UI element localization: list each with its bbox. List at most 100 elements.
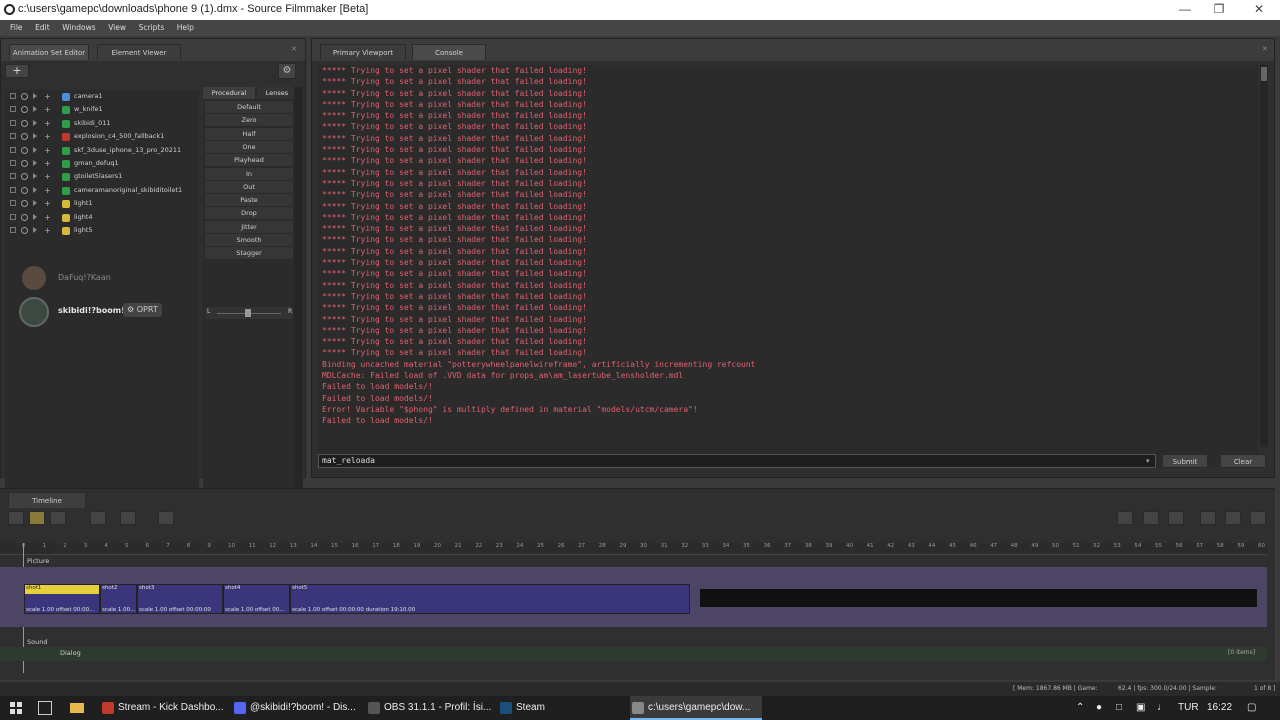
taskbar-app[interactable]: c:\users\gamepc\dow... <box>630 696 762 720</box>
slider-handle[interactable] <box>245 309 251 317</box>
expand-icon[interactable]: + <box>44 93 51 101</box>
expand-icon[interactable]: + <box>44 173 51 181</box>
shot-clip[interactable]: shot1 scale 1.00 offset 00:00... <box>24 584 100 614</box>
eye-icon[interactable] <box>21 226 28 234</box>
procedural-button[interactable]: Out <box>205 180 293 194</box>
tab-procedural[interactable]: Procedural <box>203 87 255 99</box>
keyframe-icon[interactable] <box>1117 511 1133 525</box>
taskbar-app[interactable]: Steam <box>498 696 554 720</box>
scrollbar-thumb[interactable] <box>1261 67 1267 81</box>
tree-item[interactable]: + gtoilet5lasers1 <box>5 170 199 183</box>
procedural-button[interactable]: Jitter <box>205 220 293 234</box>
gear-icon[interactable] <box>1250 511 1266 525</box>
add-icon[interactable] <box>120 511 136 525</box>
close-button[interactable]: ✕ <box>1239 0 1279 20</box>
expand-icon[interactable]: + <box>44 200 51 208</box>
taskbar-app[interactable]: OBS 31.1.1 - Profil: İsi... <box>366 696 492 720</box>
clock[interactable]: 16:22 <box>1207 696 1232 720</box>
procedural-button[interactable]: In <box>205 167 293 181</box>
menu-help[interactable]: Help <box>172 20 199 36</box>
procedural-button[interactable]: Paste <box>205 194 293 208</box>
lock-icon[interactable] <box>10 119 16 126</box>
chevron-right-icon[interactable] <box>33 200 37 207</box>
lock-icon[interactable] <box>10 159 16 166</box>
chevron-right-icon[interactable] <box>33 173 37 180</box>
eye-icon[interactable] <box>21 106 28 114</box>
tree-item[interactable]: + skibidi_011 <box>5 117 199 130</box>
expand-icon[interactable]: + <box>44 119 51 127</box>
taskbar-app[interactable]: Stream - Kick Dashbo... <box>100 696 226 720</box>
eye-icon[interactable] <box>21 213 28 221</box>
tab-animation-set-editor[interactable]: Animation Set Editor <box>9 44 89 60</box>
console-command-input[interactable]: mat_reloada <box>318 454 1156 468</box>
tree-item[interactable]: + camera1 <box>5 90 199 103</box>
lock-icon[interactable] <box>10 186 16 193</box>
clip-editor-icon[interactable] <box>29 511 45 525</box>
input-language[interactable]: TUR <box>1178 696 1199 720</box>
tool-icon[interactable] <box>90 511 106 525</box>
chevron-right-icon[interactable] <box>33 159 37 166</box>
procedural-button[interactable]: One <box>205 140 293 154</box>
windows-start-icon[interactable] <box>10 702 22 714</box>
procedural-button[interactable]: Stagger <box>205 247 293 261</box>
chevron-up-icon[interactable]: ⌃ <box>1076 696 1084 720</box>
procedural-scrollbar[interactable] <box>294 87 302 513</box>
tab-lenses[interactable]: Lenses <box>257 87 297 99</box>
chevron-right-icon[interactable] <box>33 106 37 113</box>
close-panel-icon[interactable]: ✕ <box>1262 45 1268 53</box>
camera-icon[interactable] <box>1168 511 1184 525</box>
tree-item[interactable]: + light1 <box>5 197 199 210</box>
taskbar-app[interactable]: @skibidi!?boom! - Dis... <box>232 696 358 720</box>
eye-icon[interactable] <box>21 173 28 181</box>
timeline-ruler[interactable]: 0123456789101112131415161718192021222324… <box>0 543 1267 555</box>
menu-file[interactable]: File <box>5 20 28 36</box>
shot-clip[interactable]: shot2 scale 1.00... <box>100 584 137 614</box>
procedural-button[interactable]: Smooth <box>205 234 293 247</box>
menu-edit[interactable]: Edit <box>30 20 55 36</box>
notification-icon[interactable]: ▢ <box>1247 696 1256 720</box>
close-panel-icon[interactable]: ✕ <box>291 45 297 53</box>
chevron-right-icon[interactable] <box>33 133 37 140</box>
tree-item[interactable]: + w_knife1 <box>5 103 199 116</box>
clear-button[interactable]: Clear <box>1220 454 1266 468</box>
eye-icon[interactable] <box>21 146 28 154</box>
add-animation-set-button[interactable]: + <box>5 64 29 78</box>
expand-icon[interactable]: + <box>44 226 51 234</box>
lock-icon[interactable] <box>10 93 16 99</box>
task-view-icon[interactable] <box>38 701 52 715</box>
expand-icon[interactable]: + <box>44 146 51 154</box>
lock-icon[interactable] <box>10 146 16 153</box>
lock-icon[interactable] <box>10 133 16 140</box>
menu-scripts[interactable]: Scripts <box>134 20 170 36</box>
expand-icon[interactable]: + <box>44 133 51 141</box>
eye-icon[interactable] <box>21 119 28 127</box>
submit-button[interactable]: Submit <box>1162 454 1208 468</box>
graph-editor-icon[interactable] <box>50 511 66 525</box>
menu-view[interactable]: View <box>103 20 131 36</box>
menu-windows[interactable]: Windows <box>57 20 100 36</box>
tree-item[interactable]: + light4 <box>5 211 199 224</box>
tree-item[interactable]: + skf_3duse_iphone_13_pro_20211 <box>5 144 199 157</box>
expand-icon[interactable]: + <box>44 106 51 114</box>
shot-clip[interactable]: shot5 scale 1.00 offset 00:00:00 duration… <box>290 584 690 614</box>
console-scrollbar[interactable] <box>1260 65 1268 447</box>
chevron-right-icon[interactable] <box>33 146 37 153</box>
gear-icon[interactable]: ⚙ <box>278 63 296 79</box>
shot-clip[interactable]: shot4 scale 1.00 offset 00... <box>223 584 290 614</box>
eye-icon[interactable] <box>21 133 28 141</box>
expand-icon[interactable]: + <box>44 186 51 194</box>
tree-item[interactable]: + cameramanoriginal_skibiditoilet1 <box>5 184 199 197</box>
file-explorer-icon[interactable] <box>70 703 84 713</box>
picture-track-header[interactable]: Picture <box>0 556 1267 566</box>
shot-clip[interactable]: shot3 scale 1.00 offset 00:00:00 <box>137 584 223 614</box>
procedural-button[interactable]: Half <box>205 127 293 141</box>
procedural-button[interactable]: Drop <box>205 207 293 221</box>
zoom-icon[interactable] <box>1225 511 1241 525</box>
magnet-icon[interactable] <box>1143 511 1159 525</box>
volume-icon[interactable]: ♩ <box>1157 696 1167 720</box>
expand-icon[interactable]: + <box>44 159 51 167</box>
monitor-icon[interactable]: ▣ <box>1136 696 1145 720</box>
chevron-right-icon[interactable] <box>33 226 37 233</box>
lock-icon[interactable] <box>10 106 16 113</box>
arrow-icon[interactable] <box>158 511 174 525</box>
